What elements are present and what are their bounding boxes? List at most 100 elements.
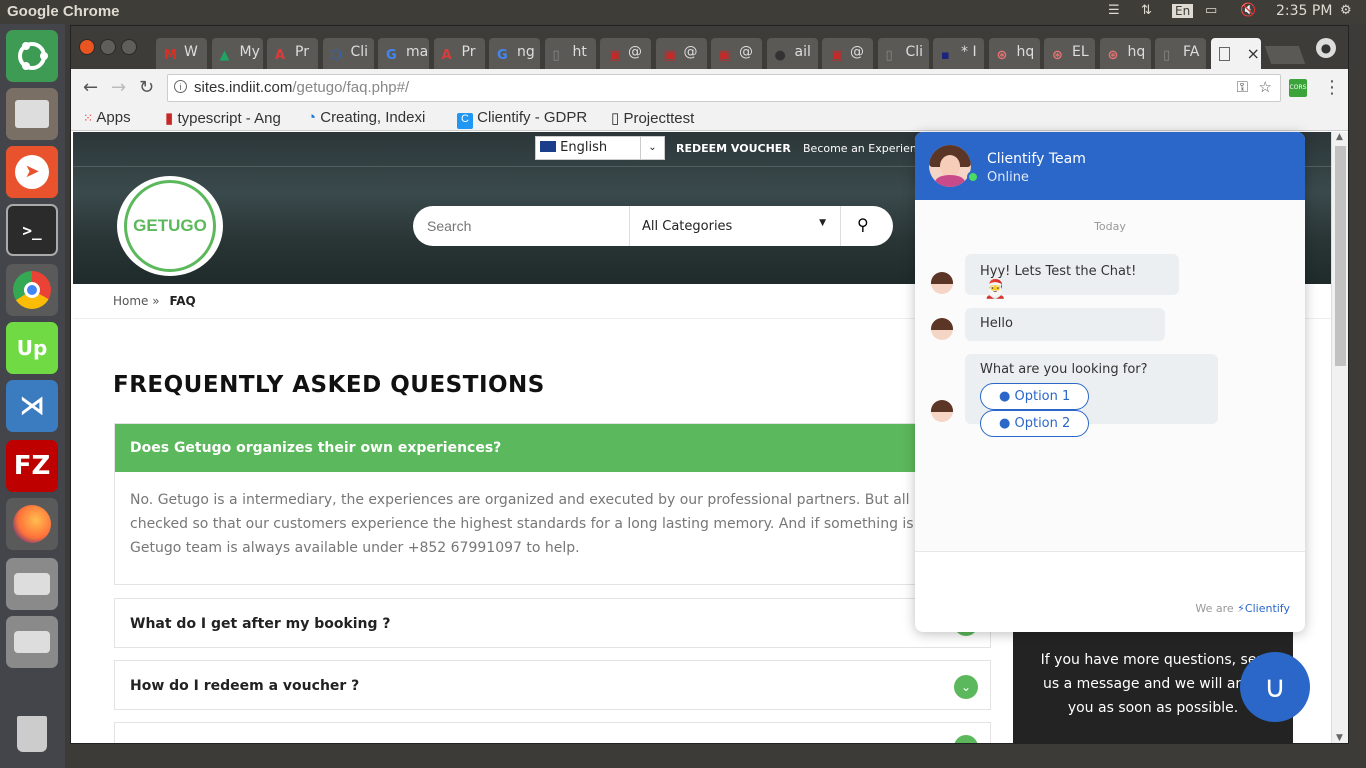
menu-icon[interactable]: ☰ <box>1108 3 1120 18</box>
faq-question-header[interactable]: Does Getugo organizes their own experien… <box>115 424 990 472</box>
close-tab-icon[interactable]: × <box>1246 44 1259 63</box>
postman-icon[interactable]: ➤ <box>6 146 58 198</box>
browser-toolbar: ← → ↻ i sites.indiit.com/getugo/faq.php#… <box>71 69 1348 106</box>
files-icon[interactable] <box>6 88 58 140</box>
browser-tab[interactable]: Gma <box>378 38 429 69</box>
bookmark-clientify-gdpr[interactable]: C Clientify - GDPR <box>457 109 587 129</box>
category-select[interactable]: All Categories ▼ <box>629 206 841 246</box>
browser-tab[interactable]: Gng <box>489 38 540 69</box>
upwork-icon[interactable]: Up <box>6 322 58 374</box>
window-maximize-button[interactable] <box>121 39 137 55</box>
chat-option-button[interactable]: ● Option 1 <box>980 383 1090 410</box>
chat-launcher-button[interactable]: ∪ <box>1240 652 1310 722</box>
drive-icon[interactable] <box>6 616 58 668</box>
tab-favicon-icon: A <box>441 48 452 63</box>
chat-input[interactable] <box>915 552 1305 600</box>
browser-tab[interactable]: ⊛ hq <box>1099 38 1151 69</box>
chevron-down-icon[interactable]: ⌄ <box>954 735 978 743</box>
faq-item-open: Does Getugo organizes their own experien… <box>114 423 991 585</box>
window-minimize-button[interactable] <box>100 39 116 55</box>
browser-tab[interactable]: ⊛ EL <box>1044 38 1095 69</box>
tab-active[interactable]: × <box>1211 38 1261 69</box>
breadcrumb-home[interactable]: Home <box>113 294 148 308</box>
browser-tab[interactable]: ⬡ Cli <box>322 38 374 69</box>
browser-tab[interactable]: ● ail <box>766 38 818 69</box>
firefox-icon[interactable] <box>6 498 58 550</box>
bookmark-icon: ▮ <box>165 110 174 127</box>
agent-name: Clientify Team <box>987 151 1086 167</box>
reload-icon[interactable]: ↻ <box>139 77 154 98</box>
bookmark-apps[interactable]: ⁙ Apps <box>83 109 131 126</box>
become-experience-link[interactable]: Become an Experience <box>803 142 930 155</box>
browser-tab[interactable]: ▯ ht <box>544 38 596 69</box>
tab-title: ht <box>572 44 587 60</box>
address-bar[interactable]: i sites.indiit.com/getugo/faq.php#/ ⚿ ☆ <box>167 74 1281 102</box>
cors-extension-icon[interactable]: CORS <box>1289 79 1307 97</box>
faq-item[interactable]: What do I get after my booking ? ⌄ <box>114 598 991 648</box>
bolt-icon: ⚡ <box>1237 602 1245 615</box>
redeem-voucher-link[interactable]: REDEEM VOUCHER <box>676 142 791 155</box>
settings-gear-icon[interactable]: ⚙ <box>1340 3 1352 18</box>
search-input[interactable] <box>413 206 628 246</box>
filezilla-icon[interactable]: FZ <box>6 440 58 492</box>
browser-tab[interactable]: ▣ @ <box>600 38 651 69</box>
browser-tab[interactable]: ▣ @ <box>711 38 762 69</box>
battery-icon[interactable]: ▭ <box>1205 3 1217 18</box>
tab-title: EL <box>1072 44 1089 60</box>
window-close-button[interactable] <box>79 39 95 55</box>
tab-title: ng <box>517 44 535 60</box>
page-title: FREQUENTLY ASKED QUESTIONS <box>113 372 545 398</box>
scroll-down-arrow-icon[interactable]: ▼ <box>1336 733 1343 743</box>
terminal-icon[interactable]: >_ <box>6 204 58 256</box>
bookmark-creating-index[interactable]: ◔ Creating, Indexi <box>307 109 425 126</box>
drive-icon[interactable] <box>6 558 58 610</box>
chevron-down-icon[interactable]: ⌄ <box>954 675 978 699</box>
language-select[interactable]: English ⌄ <box>535 136 665 160</box>
magnet-icon: ∪ <box>1264 669 1286 705</box>
faq-item[interactable]: How do I redeem a voucher ? ⌄ <box>114 660 991 710</box>
system-top-bar: Google Chrome ☰ ⇅ En ▭ 🔇 2:35 PM ⚙ <box>0 0 1366 24</box>
browser-tab[interactable]: ▣ @ <box>822 38 873 69</box>
keyboard-layout-indicator[interactable]: En <box>1172 4 1194 18</box>
clock[interactable]: 2:35 PM <box>1276 3 1332 19</box>
forward-icon[interactable]: → <box>111 77 126 98</box>
bookmark-projecttest[interactable]: ▯ Projecttest <box>611 109 694 127</box>
chrome-icon[interactable] <box>6 264 58 316</box>
browser-tab[interactable]: ▲ My <box>211 38 263 69</box>
browser-tab[interactable]: A Pr <box>433 38 485 69</box>
browser-tab[interactable]: ▪ * I <box>933 38 984 69</box>
browser-tab[interactable]: ▯ FA <box>1155 38 1206 69</box>
chat-option-button[interactable]: ● Option 2 <box>980 410 1090 437</box>
back-icon[interactable]: ← <box>83 77 98 98</box>
vscode-icon[interactable]: ⋊ <box>6 380 58 432</box>
chat-powered-by[interactable]: We are ⚡Clientify <box>1195 602 1290 615</box>
key-icon[interactable]: ⚿ <box>1237 79 1248 96</box>
browser-tab[interactable]: ▣ @ <box>655 38 707 69</box>
network-icon[interactable]: ⇅ <box>1141 3 1152 18</box>
profile-icon[interactable]: ● <box>1316 38 1336 58</box>
tab-title: Pr <box>461 44 476 60</box>
bookmark-star-icon[interactable]: ☆ <box>1259 78 1272 96</box>
tab-favicon-icon: ▣ <box>608 48 621 63</box>
browser-tab[interactable]: A Pr <box>267 38 318 69</box>
info-icon[interactable]: i <box>174 80 187 93</box>
browser-tab[interactable]: MW <box>156 38 207 69</box>
scroll-up-arrow-icon[interactable]: ▲ <box>1336 132 1343 142</box>
unity-launcher: ➤ >_ Up ⋊ FZ <box>0 24 65 768</box>
new-tab-button[interactable] <box>1264 46 1306 64</box>
faq-item[interactable]: ⌄ <box>114 722 991 743</box>
tab-title: Cli <box>350 44 369 60</box>
tab-favicon-icon: ▣ <box>719 48 732 63</box>
browser-tab[interactable]: ▯ Cli <box>877 38 929 69</box>
browser-tab[interactable]: ⊛ hq <box>988 38 1040 69</box>
chrome-menu-icon[interactable]: ⋮ <box>1323 77 1341 98</box>
volume-muted-icon[interactable]: 🔇 <box>1240 3 1256 18</box>
ubuntu-dash-icon[interactable] <box>6 30 58 82</box>
bookmark-typescript[interactable]: ▮ typescript - Ang <box>165 109 281 127</box>
santa-emoji-icon: 🎅 <box>984 279 1007 300</box>
search-icon[interactable]: ⚲ <box>857 215 869 234</box>
site-logo[interactable]: GETUGO <box>117 176 223 276</box>
page-scrollbar[interactable]: ▲ ▼ <box>1331 132 1348 743</box>
trash-icon[interactable] <box>6 708 58 760</box>
scrollbar-thumb[interactable] <box>1335 146 1346 366</box>
